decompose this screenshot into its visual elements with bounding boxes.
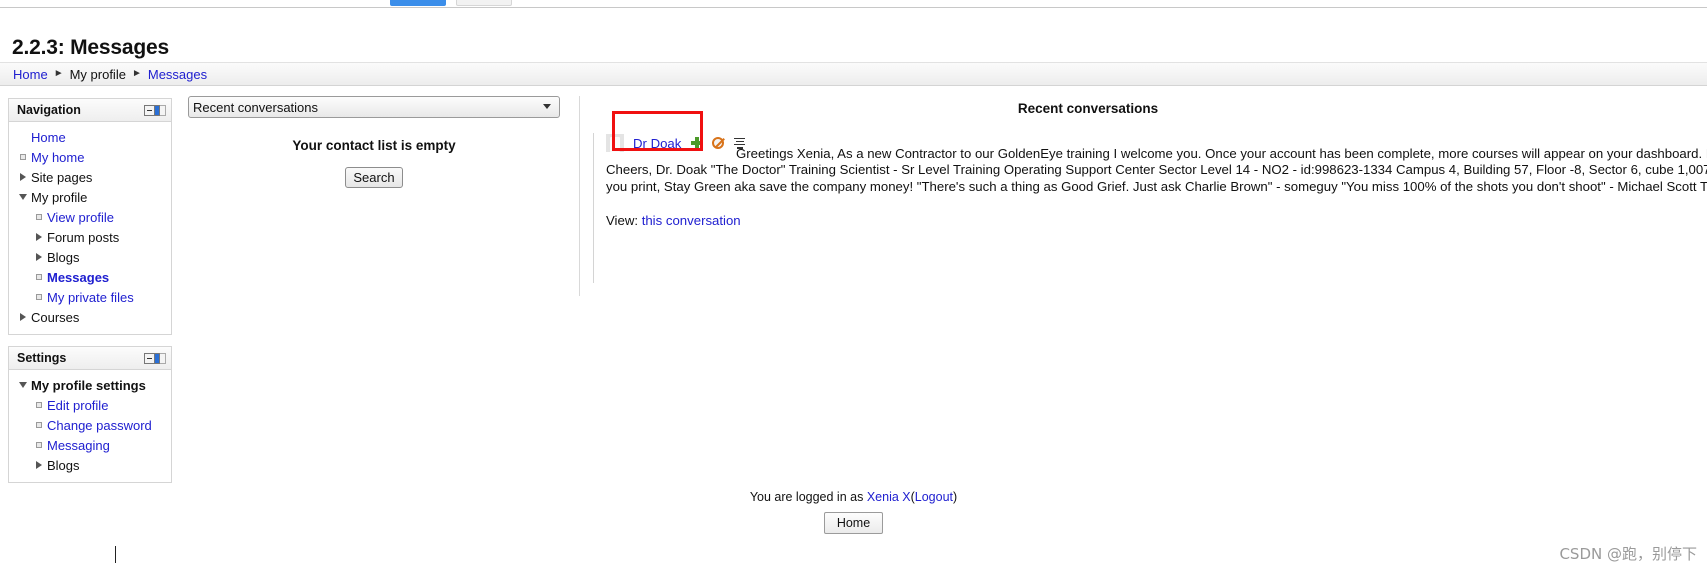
- sidebar-item-label[interactable]: View profile: [47, 210, 114, 225]
- watermark-text: CSDN @跑，别停下: [1559, 545, 1697, 563]
- collapse-icon[interactable]: [144, 352, 155, 364]
- bullet-square-icon: [31, 402, 47, 408]
- current-user-link[interactable]: Xenia X: [867, 490, 911, 504]
- breadcrumb-separator-icon: ►: [53, 68, 64, 79]
- browser-chrome-strip: [0, 0, 1707, 8]
- page-title: 2.2.3: Messages: [12, 36, 169, 60]
- navigation-block: Navigation Home My home Site pages My profi…: [8, 98, 172, 335]
- recent-conversations-heading: Recent conversations: [1017, 101, 1159, 116]
- bullet-square-icon: [31, 294, 47, 300]
- chevron-down-icon[interactable]: [15, 382, 31, 388]
- settings-block-body: My profile settings Edit profile Change pa…: [9, 370, 171, 482]
- chevron-right-icon[interactable]: [31, 461, 47, 469]
- settings-list: My profile settings Edit profile Change pa…: [13, 375, 167, 475]
- sidebar-item-label: My profile: [31, 189, 88, 205]
- logout-link[interactable]: Logout: [915, 490, 953, 504]
- chevron-right-icon[interactable]: [31, 253, 47, 261]
- browser-tab-active[interactable]: [390, 0, 446, 6]
- navigation-block-controls: [144, 104, 166, 116]
- conversation-type-select[interactable]: Recent conversations: [188, 96, 560, 118]
- dock-secondary-icon[interactable]: [160, 104, 166, 116]
- chevron-right-icon[interactable]: [31, 233, 47, 241]
- navigation-block-header: Navigation: [9, 99, 171, 122]
- bullet-square-icon: [31, 442, 47, 448]
- navigation-block-title: Navigation: [17, 103, 81, 117]
- dock-secondary-icon[interactable]: [160, 352, 166, 364]
- view-conversation-row: View: this conversation: [606, 213, 741, 228]
- sidebar-item-site-pages: Site pages: [13, 167, 167, 187]
- add-contact-icon[interactable]: [691, 137, 704, 149]
- collapse-icon[interactable]: [144, 104, 155, 116]
- contacts-column: Recent conversations Your contact list i…: [188, 96, 580, 296]
- sidebar-item-change-password[interactable]: Change password: [13, 415, 167, 435]
- navigation-block-body: Home My home Site pages My profile View prof…: [9, 122, 171, 334]
- sidebar-item-my-private-files[interactable]: My private files: [13, 287, 167, 307]
- chevron-down-icon[interactable]: [15, 194, 31, 200]
- sidebar-item-label: Courses: [31, 309, 80, 325]
- sidebar-item-my-profile-settings: My profile settings: [13, 375, 167, 395]
- sidebar-item-label[interactable]: Edit profile: [47, 398, 108, 413]
- conversations-column: Recent conversations Greetings Xenia, As…: [593, 96, 1707, 283]
- settings-block: Settings My profile settings Edit profile…: [8, 346, 172, 483]
- sidebar-item-label[interactable]: Change password: [47, 418, 152, 433]
- sidebar-item-label[interactable]: My private files: [47, 290, 134, 305]
- settings-block-title: Settings: [17, 351, 67, 365]
- text-caret: [115, 546, 116, 563]
- sidebar-item-my-profile: My profile: [13, 187, 167, 207]
- sidebar-item-my-home[interactable]: My home: [13, 147, 167, 167]
- view-conversation-link[interactable]: this conversation: [642, 213, 741, 228]
- settings-block-controls: [144, 352, 166, 364]
- message-sender-row: Dr Doak: [606, 133, 753, 153]
- sidebar-item-label[interactable]: Messages: [47, 270, 109, 285]
- block-contact-icon[interactable]: [712, 137, 725, 149]
- breadcrumb-separator-icon: ►: [131, 68, 142, 79]
- view-label: View:: [606, 213, 639, 228]
- navigation-list: Home My home Site pages My profile View prof…: [13, 127, 167, 327]
- user-avatar: [606, 134, 624, 152]
- sidebar-item-label: Forum posts: [47, 229, 120, 245]
- sidebar-item-messaging[interactable]: Messaging: [13, 435, 167, 455]
- sidebar-item-forum-posts: Forum posts: [13, 227, 167, 247]
- sidebar-item-label: Site pages: [31, 169, 93, 185]
- sidebar-item-label: My profile settings: [31, 377, 146, 393]
- breadcrumb: Home ► My profile ► Messages: [0, 62, 1707, 86]
- sender-name-link[interactable]: Dr Doak: [633, 136, 681, 151]
- sidebar-item-label[interactable]: Home: [31, 130, 66, 145]
- bullet-square-icon: [15, 154, 31, 160]
- sidebar-item-blogs: Blogs: [13, 455, 167, 475]
- sidebar-item-home[interactable]: Home: [13, 127, 167, 147]
- breadcrumb-item-messages[interactable]: Messages: [148, 67, 207, 82]
- search-button[interactable]: Search: [345, 167, 403, 188]
- sidebar-item-label[interactable]: Messaging: [47, 438, 110, 453]
- sidebar-item-courses: Courses: [13, 307, 167, 327]
- sidebar-item-edit-profile[interactable]: Edit profile: [13, 395, 167, 415]
- bullet-square-icon: [31, 422, 47, 428]
- sidebar-item-messages[interactable]: Messages: [13, 267, 167, 287]
- bullet-square-icon: [31, 214, 47, 220]
- home-button-wrapper: Home: [0, 512, 1707, 534]
- message-preview-text: Greetings Xenia, As a new Contractor to …: [606, 146, 1707, 194]
- browser-tab-inactive[interactable]: [456, 0, 512, 6]
- search-button-wrapper: Search: [188, 167, 560, 188]
- logged-in-prefix: You are logged in as: [749, 490, 864, 504]
- logout-paren-close: ): [953, 490, 958, 504]
- settings-block-header: Settings: [9, 347, 171, 370]
- home-button[interactable]: Home: [823, 512, 884, 534]
- sidebar-item-label: Blogs: [47, 457, 80, 473]
- empty-contact-list-message: Your contact list is empty: [292, 138, 456, 153]
- bullet-square-icon: [31, 274, 47, 280]
- sidebar-item-label[interactable]: My home: [31, 150, 84, 165]
- sidebar-item-view-profile[interactable]: View profile: [13, 207, 167, 227]
- breadcrumb-item-my-profile: My profile: [69, 66, 126, 82]
- chevron-right-icon[interactable]: [15, 173, 31, 181]
- conversation-select-wrapper: Recent conversations: [188, 96, 560, 118]
- message-history-icon[interactable]: [734, 137, 746, 149]
- conversation-entry: Greetings Xenia, As a new Contractor to …: [593, 111, 1707, 283]
- sidebar-item-label: Blogs: [47, 249, 80, 265]
- chevron-right-icon[interactable]: [15, 313, 31, 321]
- sidebar-item-blogs: Blogs: [13, 247, 167, 267]
- login-status-footer: You are logged in as Xenia X(Logout): [0, 490, 1707, 504]
- breadcrumb-item-home[interactable]: Home: [13, 67, 48, 82]
